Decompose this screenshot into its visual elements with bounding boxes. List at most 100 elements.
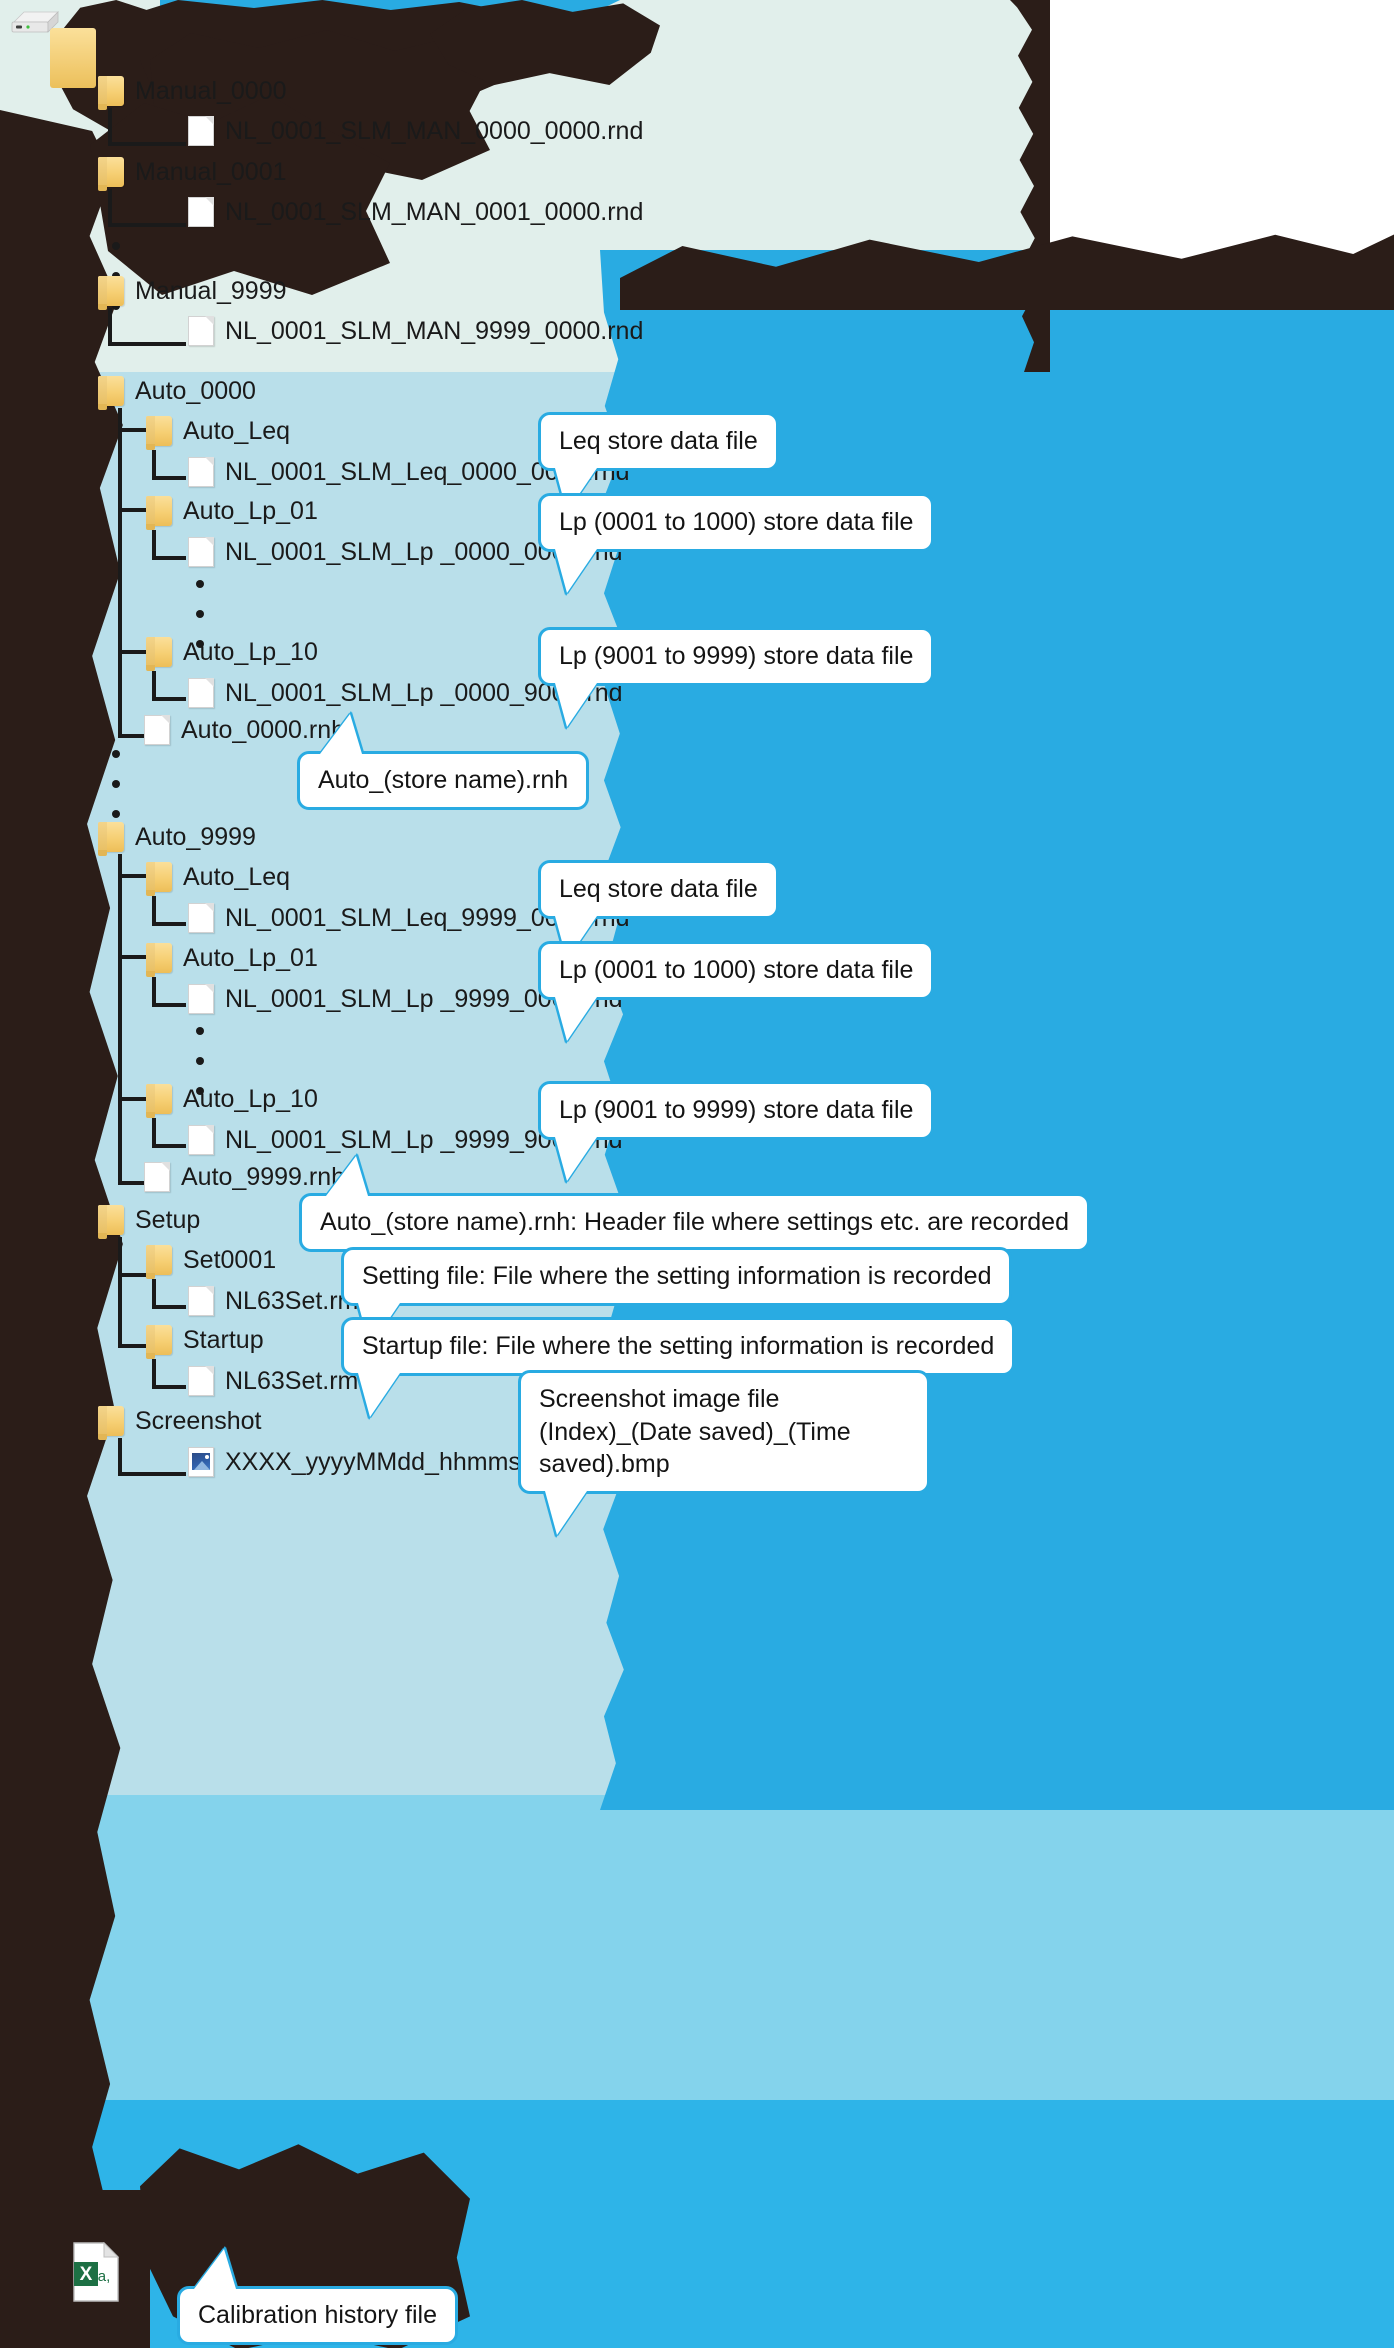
tree-node-label: Set0001 — [183, 1245, 277, 1274]
tree-node-folder[interactable]: Manual_9999 — [98, 276, 287, 310]
callout-setting-file: Setting file: File where the setting inf… — [341, 1247, 1013, 1347]
callout-leq-0000: Leq store data file — [538, 412, 779, 512]
folder-icon — [146, 1084, 172, 1118]
tree-node-folder[interactable]: Auto_Lp_01 — [146, 496, 318, 530]
tree-node-folder[interactable]: Set0001 — [146, 1245, 277, 1279]
folder-icon — [98, 276, 124, 310]
tree-line — [118, 874, 148, 878]
tree-line — [108, 142, 186, 146]
tree-line — [108, 342, 186, 346]
file-structure-diagram: X a, Manual_0000 NL_0001_SLM_MAN_0000_00… — [0, 0, 1394, 2348]
tree-node-label: Auto_Lp_10 — [183, 1084, 318, 1113]
tree-node-file[interactable]: NL_0001_SLM_MAN_9999_0000.rnd — [188, 316, 643, 346]
tree-line — [152, 556, 186, 560]
tree-node-folder[interactable]: Auto_Lp_01 — [146, 943, 318, 977]
callout-tail — [358, 1372, 400, 1417]
callout-rnh-header: Auto_(store name).rnh: Header file where… — [299, 1156, 1090, 1252]
tree-node-folder[interactable]: Screenshot — [98, 1406, 262, 1440]
tree-node-label: Auto_Leq — [183, 416, 291, 445]
callout-text: Lp (9001 to 9999) store data file — [559, 1096, 914, 1124]
callout-tail — [545, 1490, 587, 1535]
tree-node-label: NL_0001_SLM_MAN_9999_0000.rnd — [225, 316, 644, 345]
tree-line — [118, 508, 148, 512]
tree-node-file[interactable]: Auto_0000.rnh — [144, 715, 345, 745]
callout-text: Leq store data file — [559, 875, 758, 903]
file-icon — [188, 116, 214, 146]
tree-line — [118, 428, 148, 432]
callout-text: Lp (0001 to 1000) store data file — [559, 956, 914, 984]
tree-node-label: NL_0001_SLM_MAN_0001_0000.rnd — [225, 197, 644, 226]
folder-icon — [146, 1325, 172, 1359]
callout-text: Startup file: File where the setting inf… — [362, 1332, 995, 1360]
callout-tail — [320, 714, 362, 754]
file-icon — [188, 903, 214, 933]
tree-line — [152, 1003, 186, 1007]
folder-icon — [98, 822, 124, 856]
callout-text: Setting file: File where the setting inf… — [362, 1262, 992, 1290]
tree-line — [118, 1344, 148, 1348]
svg-text:X: X — [80, 2264, 93, 2285]
tree-node-file[interactable]: NL_0001_SLM_MAN_0000_0000.rnd — [188, 116, 643, 146]
tree-node-folder[interactable]: Auto_9999 — [98, 822, 256, 856]
tree-node-label: Auto_Lp_10 — [183, 637, 318, 666]
svg-text:a,: a, — [98, 2268, 111, 2285]
tree-node-label: Auto_9999 — [135, 822, 256, 851]
folder-icon — [98, 157, 124, 191]
callout-text: Auto_(store name).rnh: Header file where… — [320, 1208, 1069, 1236]
file-icon — [188, 984, 214, 1014]
folder-icon — [146, 416, 172, 450]
tree-node-label: Auto_Leq — [183, 862, 291, 891]
folder-icon — [98, 376, 124, 410]
cyan-right-panel — [600, 250, 1394, 1810]
tree-node-folder[interactable]: Auto_Lp_10 — [146, 1084, 318, 1118]
file-icon — [144, 715, 170, 745]
tree-node-label: NL_0001_SLM_MAN_0000_0000.rnd — [225, 116, 644, 145]
callout-text-line1: Screenshot image file — [539, 1385, 780, 1413]
file-icon — [188, 1286, 214, 1316]
callout-lp10-0000: Lp (9001 to 9999) store data file — [538, 627, 935, 727]
tree-line — [118, 1472, 186, 1476]
tree-node-folder[interactable]: Setup — [98, 1205, 200, 1239]
file-icon — [188, 537, 214, 567]
tree-node-folder[interactable]: Auto_Leq — [146, 416, 291, 450]
tree-node-folder[interactable]: Auto_Lp_10 — [146, 637, 318, 671]
tree-line — [118, 1097, 148, 1101]
folder-icon — [98, 1406, 124, 1440]
callout-tail — [555, 548, 597, 593]
tree-node-folder[interactable]: Manual_0001 — [98, 157, 287, 191]
tree-node-folder[interactable]: Auto_Leq — [146, 862, 291, 896]
folder-icon — [98, 1205, 124, 1239]
tree-line — [108, 308, 112, 346]
tree-node-label: Manual_9999 — [135, 276, 287, 305]
tree-node-file[interactable]: NL_0001_SLM_MAN_0001_0000.rnd — [188, 197, 643, 227]
file-icon — [188, 457, 214, 487]
tree-line — [118, 1438, 122, 1476]
file-icon — [188, 316, 214, 346]
callout-text: Auto_(store name).rnh — [318, 766, 569, 794]
tree-node-label: Auto_9999.rnh — [181, 1162, 346, 1191]
tree-node-label: Manual_0001 — [135, 157, 287, 186]
file-icon — [188, 1366, 214, 1396]
tree-node-folder[interactable]: Auto_0000 — [98, 376, 256, 410]
callout-text: Lp (0001 to 1000) store data file — [559, 508, 914, 536]
callout-text: Calibration history file — [198, 2301, 437, 2329]
tree-node-label: Auto_0000 — [135, 376, 256, 405]
callout-tail — [194, 2249, 236, 2289]
callout-rnh-0000: Auto_(store name).rnh — [297, 714, 590, 810]
callout-lp01-9999: Lp (0001 to 1000) store data file — [538, 941, 935, 1041]
callout-text-line2: (Index)_(Date saved)_(Time saved).bmp — [539, 1417, 851, 1479]
callout-lp10-9999: Lp (9001 to 9999) store data file — [538, 1081, 935, 1181]
callout-leq-9999: Leq store data file — [538, 860, 779, 960]
callout-text: Leq store data file — [559, 427, 758, 455]
callout-lp01-0000: Lp (0001 to 1000) store data file — [538, 493, 935, 593]
tree-line — [108, 108, 112, 146]
tree-line — [152, 1144, 186, 1148]
folder-icon — [146, 1245, 172, 1279]
tree-node-label: Screenshot — [135, 1406, 262, 1435]
tree-line — [118, 1237, 122, 1347]
tree-node-file[interactable]: Auto_9999.rnh — [144, 1162, 345, 1192]
tree-node-folder[interactable]: Startup — [146, 1325, 264, 1359]
callout-tail — [555, 1136, 597, 1181]
callout-tail — [555, 996, 597, 1041]
tree-node-folder[interactable]: Manual_0000 — [98, 76, 287, 110]
